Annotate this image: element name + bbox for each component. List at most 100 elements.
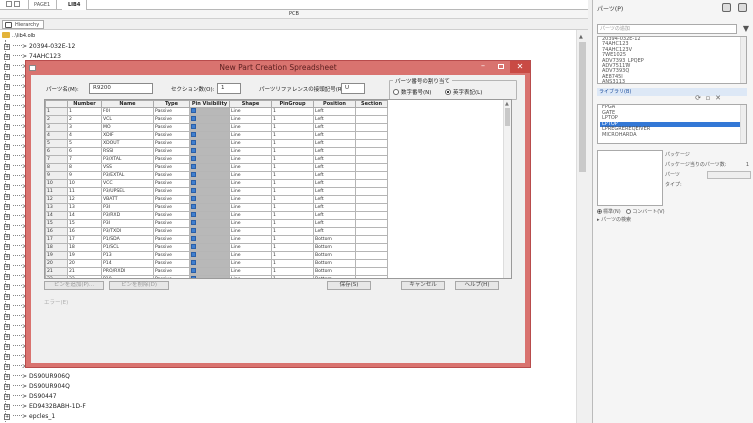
expand-icon[interactable]: +	[4, 144, 10, 150]
pin-number-cell[interactable]: 2	[67, 115, 102, 124]
convert-radio[interactable]	[626, 209, 632, 214]
pin-visibility-cell[interactable]	[189, 211, 230, 220]
pin-position-cell[interactable]: Left	[313, 187, 356, 196]
pin-name-cell[interactable]: P3/TXDI	[101, 227, 154, 236]
pin-number-cell[interactable]: 20	[67, 259, 102, 268]
pin-shape-cell[interactable]: Line	[229, 147, 272, 156]
pin-shape-cell[interactable]: Line	[229, 211, 272, 220]
pin-visibility-cell[interactable]	[189, 171, 230, 180]
expand-icon[interactable]: +	[4, 184, 10, 190]
pin-name-cell[interactable]: P3/UPSEL	[101, 187, 154, 196]
pin-group-cell[interactable]: 1	[271, 235, 314, 244]
save-button[interactable]: 保存(S)	[327, 281, 371, 290]
pin-position-cell[interactable]: Left	[313, 219, 356, 228]
pin-group-cell[interactable]: 1	[271, 243, 314, 252]
pin-shape-cell[interactable]: Line	[229, 275, 272, 278]
pin-number-cell[interactable]: 1	[67, 107, 102, 116]
row-header-cell[interactable]: 13	[45, 203, 68, 212]
pin-row[interactable]: 19 19 P13 Passive Line 1 Bottom	[45, 251, 388, 260]
pin-position-cell[interactable]: Left	[313, 227, 356, 236]
pin-number-cell[interactable]: 7	[67, 155, 102, 164]
pin-type-cell[interactable]: Passive	[153, 107, 190, 116]
pin-section-cell[interactable]	[355, 235, 388, 244]
pin-type-cell[interactable]: Passive	[153, 155, 190, 164]
pin-section-cell[interactable]	[355, 171, 388, 180]
pin-type-cell[interactable]: Passive	[153, 187, 190, 196]
cancel-button[interactable]: キャンセル	[401, 281, 445, 290]
expand-icon[interactable]: +	[4, 274, 10, 280]
parts-list-item[interactable]: ANS3113	[600, 79, 746, 83]
normal-radio[interactable]	[597, 209, 602, 214]
pin-group-cell[interactable]: 1	[271, 275, 314, 278]
tree-item[interactable]: + > ED9432BABH-1D-F	[4, 402, 86, 412]
column-header[interactable]: Name	[101, 100, 154, 108]
pin-shape-cell[interactable]: Line	[229, 179, 272, 188]
pin-visibility-cell[interactable]	[189, 235, 230, 244]
pin-shape-cell[interactable]: Line	[229, 203, 272, 212]
pin-position-cell[interactable]: Left	[313, 211, 356, 220]
pin-section-cell[interactable]	[355, 227, 388, 236]
column-header[interactable]: Type	[153, 100, 190, 108]
pin-number-cell[interactable]: 22	[67, 275, 102, 278]
row-header-cell[interactable]: 3	[45, 123, 68, 132]
pin-row[interactable]: 3 3 MO Passive Line 1 Left	[45, 123, 388, 132]
pin-type-cell[interactable]: Passive	[153, 243, 190, 252]
expand-icon[interactable]: +	[4, 134, 10, 140]
pin-row[interactable]: 10 10 VCC Passive Line 1 Left	[45, 179, 388, 188]
pin-shape-cell[interactable]: Line	[229, 267, 272, 276]
visibility-checkbox[interactable]	[191, 108, 196, 113]
pin-group-cell[interactable]: 1	[271, 107, 314, 116]
tab-icons[interactable]	[0, 0, 29, 10]
dialog-titlebar[interactable]: New Part Creation Spreadsheet – ✕	[26, 61, 530, 75]
close-icon[interactable]: ✕	[510, 61, 530, 73]
pin-section-cell[interactable]	[355, 211, 388, 220]
visibility-checkbox[interactable]	[191, 116, 196, 121]
pin-type-cell[interactable]: Passive	[153, 211, 190, 220]
visibility-checkbox[interactable]	[191, 188, 196, 193]
pin-name-cell[interactable]: VSS	[101, 163, 154, 172]
row-header-cell[interactable]: 17	[45, 235, 68, 244]
scroll-up-icon[interactable]: ▲	[579, 34, 583, 40]
pin-visibility-cell[interactable]	[189, 139, 230, 148]
pin-type-cell[interactable]: Passive	[153, 179, 190, 188]
pin-position-cell[interactable]: Left	[313, 139, 356, 148]
tree-item[interactable]: + >20394-032E-12	[4, 42, 75, 52]
row-header-cell[interactable]: 18	[45, 243, 68, 252]
pin-group-cell[interactable]: 1	[271, 267, 314, 276]
remove-library-icon[interactable]: ✕	[713, 94, 723, 102]
pin-group-cell[interactable]: 1	[271, 187, 314, 196]
pin-spreadsheet[interactable]: Number Name Type Pin Visibility Shape PinGrou…	[44, 99, 512, 279]
pin-position-cell[interactable]: Left	[313, 195, 356, 204]
pin-group-cell[interactable]: 1	[271, 195, 314, 204]
add-library-icon[interactable]: ▫	[703, 94, 713, 102]
visibility-checkbox[interactable]	[191, 244, 196, 249]
pin-visibility-cell[interactable]	[189, 275, 230, 278]
expand-icon[interactable]: +	[4, 264, 10, 270]
maximize-icon[interactable]	[492, 61, 510, 73]
expand-icon[interactable]: +	[4, 344, 10, 350]
pin-type-cell[interactable]: Passive	[153, 163, 190, 172]
pin-shape-cell[interactable]: Line	[229, 107, 272, 116]
pin-type-cell[interactable]: Passive	[153, 275, 190, 278]
pin-section-cell[interactable]	[355, 131, 388, 140]
row-header-cell[interactable]: 20	[45, 259, 68, 268]
pin-position-cell[interactable]: Bottom	[313, 259, 356, 268]
visibility-checkbox[interactable]	[191, 260, 196, 265]
pin-name-cell[interactable]: P1/SCL	[101, 243, 154, 252]
pin-section-cell[interactable]	[355, 115, 388, 124]
expand-icon[interactable]: +	[4, 154, 10, 160]
pin-section-cell[interactable]	[355, 259, 388, 268]
pin-type-cell[interactable]: Passive	[153, 131, 190, 140]
pin-name-cell[interactable]: F0I	[101, 107, 154, 116]
visibility-checkbox[interactable]	[191, 156, 196, 161]
pin-position-cell[interactable]: Left	[313, 171, 356, 180]
pin-shape-cell[interactable]: Line	[229, 251, 272, 260]
pin-position-cell[interactable]: Left	[313, 107, 356, 116]
pin-group-cell[interactable]: 1	[271, 131, 314, 140]
tab-lib4[interactable]: LIB4	[62, 0, 88, 10]
pin-shape-cell[interactable]: Line	[229, 123, 272, 132]
pin-visibility-cell[interactable]	[189, 147, 230, 156]
expand-icon[interactable]: +	[4, 204, 10, 210]
pin-type-cell[interactable]: Passive	[153, 147, 190, 156]
pin-type-cell[interactable]: Passive	[153, 219, 190, 228]
